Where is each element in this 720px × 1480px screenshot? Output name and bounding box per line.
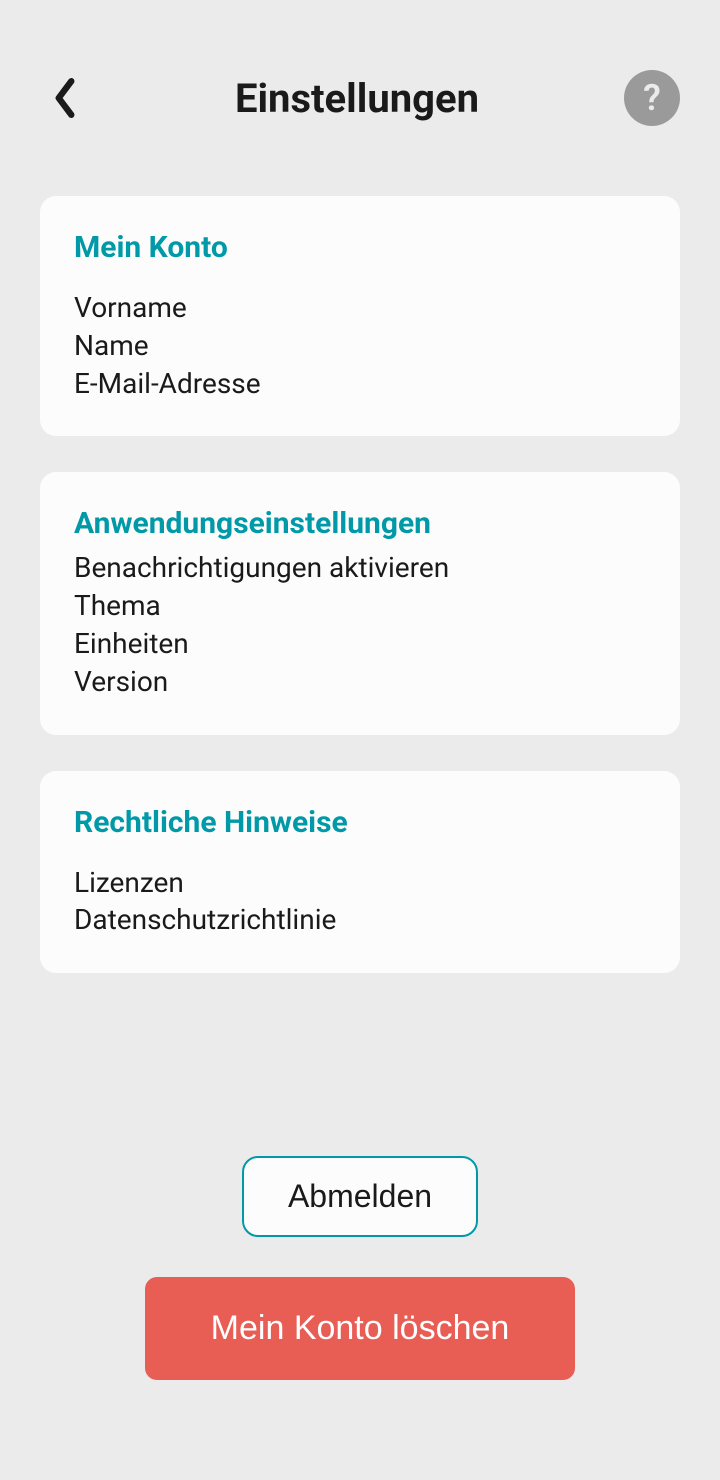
account-item-lastname[interactable]: Name xyxy=(74,327,646,365)
legal-item-privacy[interactable]: Datenschutzrichtlinie xyxy=(74,901,646,939)
legal-card-title: Rechtliche Hinweise xyxy=(74,805,646,840)
account-item-email[interactable]: E-Mail-Adresse xyxy=(74,365,646,403)
account-card: Mein Konto Vorname Name E-Mail-Adresse xyxy=(40,196,680,436)
account-card-title: Mein Konto xyxy=(74,230,646,265)
header: Einstellungen ? xyxy=(0,0,720,166)
logout-button[interactable]: Abmelden xyxy=(242,1156,478,1237)
app-settings-item-units[interactable]: Einheiten xyxy=(74,625,646,663)
legal-item-licenses[interactable]: Lizenzen xyxy=(74,864,646,902)
help-button[interactable]: ? xyxy=(624,70,680,126)
app-settings-item-theme[interactable]: Thema xyxy=(74,587,646,625)
app-settings-card: Anwendungseinstellungen Benachrichtigung… xyxy=(40,472,680,734)
content-area: Mein Konto Vorname Name E-Mail-Adresse A… xyxy=(0,166,720,973)
app-settings-card-title: Anwendungseinstellungen xyxy=(74,506,646,541)
back-button[interactable] xyxy=(40,73,90,123)
button-area: Abmelden Mein Konto löschen xyxy=(0,1156,720,1380)
app-settings-item-notifications[interactable]: Benachrichtigungen aktivieren xyxy=(74,549,646,587)
chevron-left-icon xyxy=(51,77,79,119)
app-settings-item-version[interactable]: Version xyxy=(74,663,646,701)
page-title: Einstellungen xyxy=(90,75,624,122)
question-mark-icon: ? xyxy=(643,77,661,119)
account-item-firstname[interactable]: Vorname xyxy=(74,289,646,327)
delete-account-button[interactable]: Mein Konto löschen xyxy=(145,1277,575,1380)
legal-card: Rechtliche Hinweise Lizenzen Datenschutz… xyxy=(40,771,680,974)
